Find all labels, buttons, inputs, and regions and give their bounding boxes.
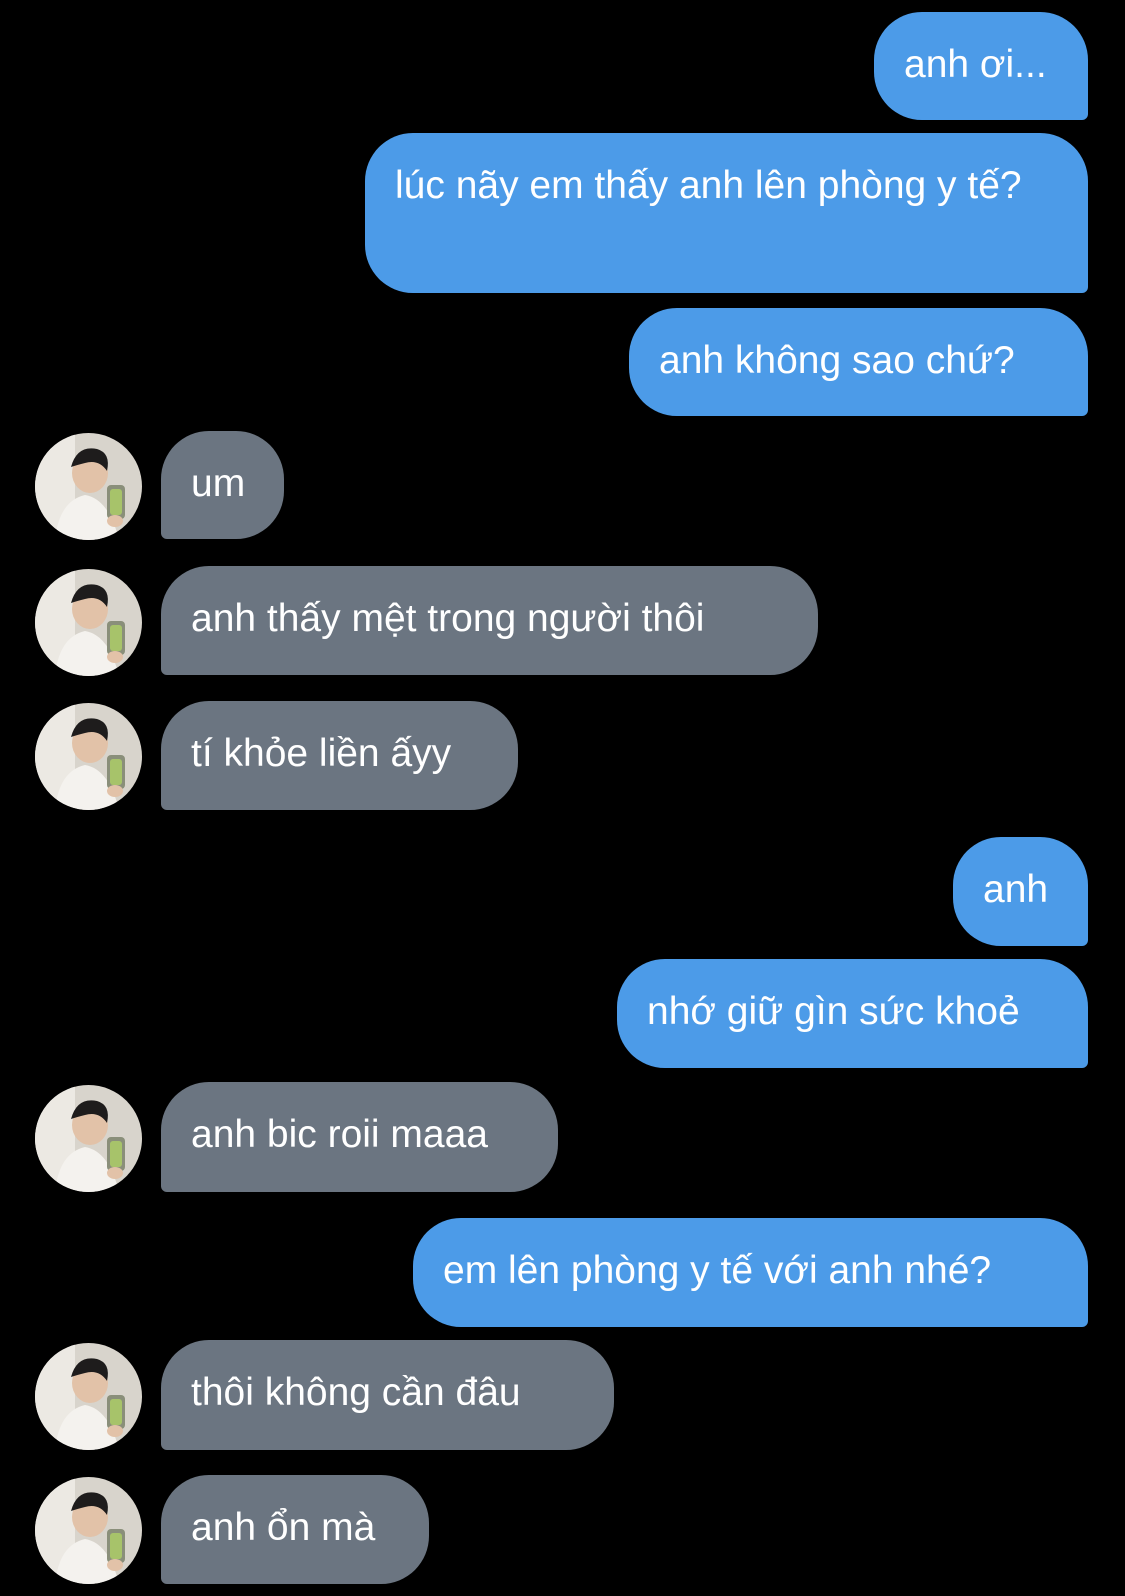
message-bubble-incoming[interactable]: tí khỏe liền ấyy	[161, 701, 518, 810]
contact-avatar[interactable]	[35, 1085, 142, 1192]
message-bubble-incoming[interactable]: um	[161, 431, 284, 539]
message-bubble-incoming[interactable]: thôi không cần đâu	[161, 1340, 614, 1450]
contact-avatar[interactable]	[35, 703, 142, 810]
avatar-photo-icon	[35, 1477, 142, 1584]
avatar-photo-icon	[35, 433, 142, 540]
message-bubble-outgoing[interactable]: em lên phòng y tế với anh nhé?	[413, 1218, 1088, 1327]
avatar-photo-icon	[35, 1343, 142, 1450]
avatar-photo-icon	[35, 569, 142, 676]
contact-avatar[interactable]	[35, 433, 142, 540]
message-bubble-outgoing[interactable]: anh	[953, 837, 1088, 946]
contact-avatar[interactable]	[35, 569, 142, 676]
contact-avatar[interactable]	[35, 1343, 142, 1450]
message-bubble-outgoing[interactable]: anh không sao chứ?	[629, 308, 1088, 416]
avatar-photo-icon	[35, 1085, 142, 1192]
message-bubble-incoming[interactable]: anh thấy mệt trong người thôi	[161, 566, 818, 675]
avatar-photo-icon	[35, 703, 142, 810]
contact-avatar[interactable]	[35, 1477, 142, 1584]
message-bubble-outgoing[interactable]: lúc nãy em thấy anh lên phòng y tế?	[365, 133, 1088, 293]
message-bubble-incoming[interactable]: anh bic roii maaa	[161, 1082, 558, 1192]
message-bubble-outgoing[interactable]: anh ơi...	[874, 12, 1088, 120]
message-thread: anh ơi... lúc nãy em thấy anh lên phòng …	[0, 0, 1125, 1596]
message-bubble-incoming[interactable]: anh ổn mà	[161, 1475, 429, 1584]
message-bubble-outgoing[interactable]: nhớ giữ gìn sức khoẻ	[617, 959, 1088, 1068]
